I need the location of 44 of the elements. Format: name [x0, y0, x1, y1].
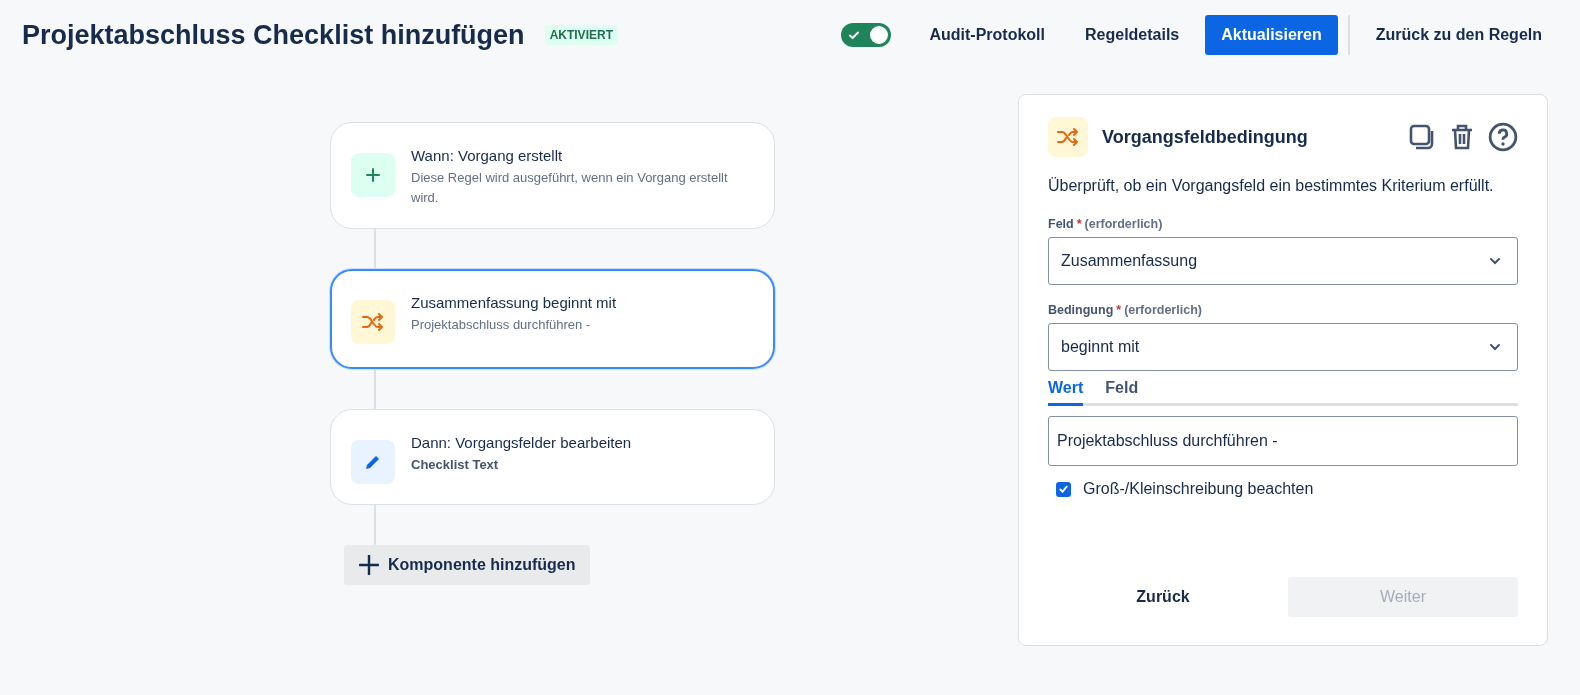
plus-icon	[358, 554, 380, 576]
panel-description: Überprüft, ob ein Vorgangsfeld ein bestimmtes Kriterium erfüllt.	[1048, 176, 1495, 196]
add-component-button[interactable]: Komponente hinzufügen	[344, 545, 590, 585]
header-link-button[interactable]: Audit-Protokoll	[917, 18, 1057, 52]
component-title: Zusammenfassung beginnt mit	[411, 294, 617, 311]
back-to-rules-button[interactable]: Zurück zu den Regeln	[1363, 18, 1554, 52]
panel-title: Vorgangsfeldbedingung	[1102, 126, 1308, 148]
panel-button[interactable]: Zurück	[1048, 577, 1278, 617]
copy-icon[interactable]	[1408, 123, 1436, 151]
dropdown-field[interactable]: Zusammenfassung	[1048, 237, 1518, 285]
field-hint: (erforderlich)	[1084, 217, 1163, 231]
rule-toggle[interactable]	[841, 23, 892, 47]
value-input[interactable]: Projektabschluss durchführen -	[1048, 416, 1518, 466]
help-icon[interactable]	[1488, 122, 1518, 152]
tab[interactable]: Wert	[1048, 379, 1084, 406]
shuffle-icon	[351, 300, 395, 344]
checkbox-label: Groß-/Kleinschreibung beachten	[1083, 480, 1314, 498]
header-link-button[interactable]: Regeldetails	[1073, 18, 1192, 52]
field-hint: (erforderlich)	[1124, 303, 1202, 317]
tab[interactable]: Feld	[1105, 379, 1139, 406]
rule-component-card[interactable]: Zusammenfassung beginnt mit Projektabschluss durchführen -	[330, 269, 775, 369]
component-description: Projektabschluss durchführen -	[411, 316, 592, 334]
rule-component-card[interactable]: Dann: Vorgangsfelder bearbeiten Checklist Text	[330, 409, 775, 505]
rule-component-card[interactable]: Wann: Vorgang erstellt Diese Regel wird ausgeführt, wenn ein Vorgang erstellt wird.	[330, 122, 775, 229]
checkmark-icon	[848, 29, 861, 41]
pencil-icon	[351, 440, 395, 484]
checkmark-icon	[1058, 483, 1069, 495]
required-mark: *	[1076, 217, 1082, 231]
component-title: Dann: Vorgangsfelder bearbeiten	[411, 434, 632, 451]
plus-icon	[351, 153, 395, 197]
component-description: Checklist Text	[411, 456, 500, 474]
shuffle-icon	[1048, 117, 1088, 157]
page-title: Projektabschluss Checklist hinzufügen	[22, 19, 525, 51]
chevron-down-icon	[1489, 257, 1501, 265]
dropdown-field[interactable]: beginnt mit	[1048, 323, 1518, 371]
chevron-down-icon	[1489, 343, 1501, 351]
update-button[interactable]: Aktualisieren	[1205, 15, 1338, 55]
checkbox[interactable]	[1056, 481, 1071, 497]
field-label: Bedingung	[1048, 303, 1114, 317]
component-title: Wann: Vorgang erstellt	[411, 147, 564, 164]
status-badge: AKTIVIERT	[544, 25, 618, 45]
field-label: Feld	[1048, 217, 1074, 231]
component-description: Diese Regel wird ausgeführt, wenn ein Vorgang erstellt wird.	[411, 169, 729, 207]
required-mark: *	[1116, 303, 1122, 317]
